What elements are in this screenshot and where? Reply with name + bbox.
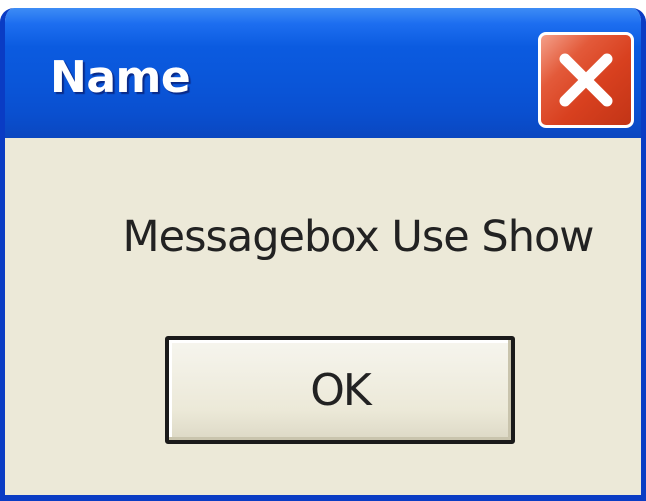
close-button[interactable] — [538, 32, 634, 128]
window-title: Name — [50, 52, 191, 103]
message-text: Messagebox Use Show — [122, 212, 595, 262]
close-icon — [559, 53, 613, 107]
ok-button[interactable]: OK — [165, 336, 515, 444]
message-box-window: Name Messagebox Use Show OK — [0, 8, 646, 501]
title-bar[interactable]: Name — [5, 8, 641, 138]
dialog-body: Messagebox Use Show OK — [5, 138, 641, 495]
